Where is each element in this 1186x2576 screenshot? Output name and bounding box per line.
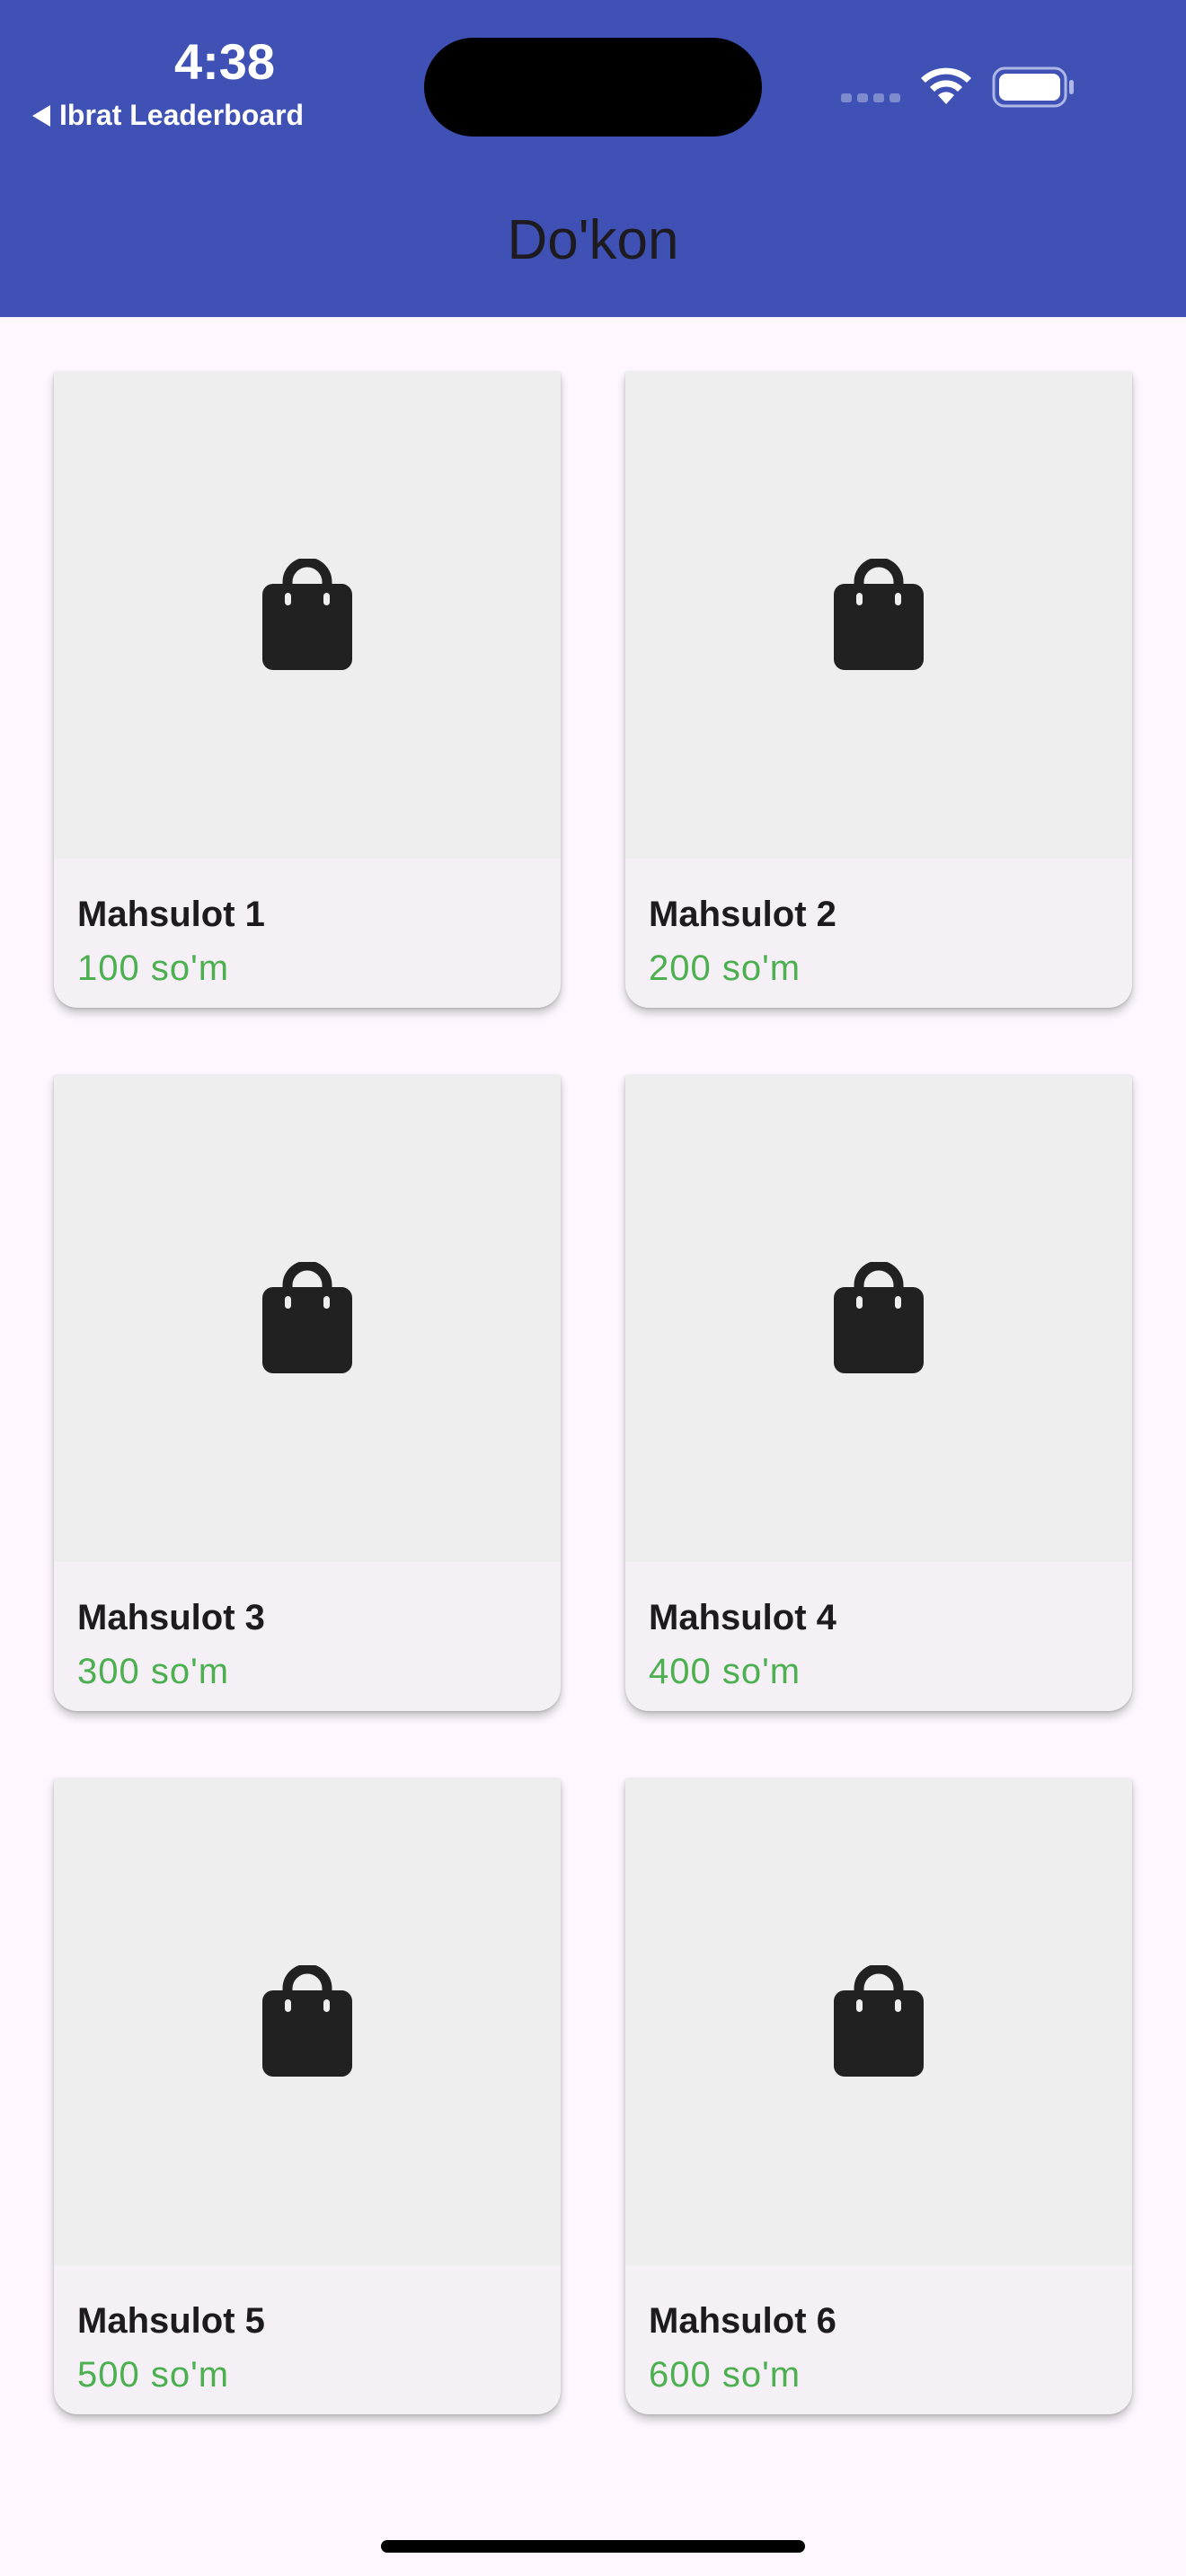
back-link-label: Ibrat Leaderboard: [59, 99, 305, 131]
product-image: [54, 372, 561, 859]
shopping-bag-icon: [832, 1260, 925, 1375]
product-card[interactable]: Mahsulot 3 300 so'm: [54, 1075, 561, 1711]
product-card[interactable]: Mahsulot 4 400 so'm: [625, 1075, 1132, 1711]
product-price: 400 so'm: [649, 1652, 801, 1691]
product-name: Mahsulot 6: [649, 2301, 836, 2341]
product-price: 500 so'm: [77, 2355, 230, 2395]
battery-icon: [992, 66, 1074, 108]
shopping-bag-icon: [261, 1963, 354, 2078]
product-card[interactable]: Mahsulot 6 600 so'm: [625, 1778, 1132, 2414]
product-image: [625, 1075, 1132, 1562]
page-title: Do'kon: [507, 209, 679, 271]
shopping-bag-icon: [832, 1963, 925, 2078]
product-name: Mahsulot 3: [77, 1598, 265, 1637]
product-card[interactable]: Mahsulot 5 500 so'm: [54, 1778, 561, 2414]
shopping-bag-icon: [261, 557, 354, 672]
product-price: 300 so'm: [77, 1652, 230, 1691]
product-price: 200 so'm: [649, 948, 801, 988]
shopping-bag-icon: [261, 1260, 354, 1375]
shopping-bag-icon: [832, 557, 925, 672]
wifi-icon: [921, 67, 971, 104]
app-bar: 4:38 Ibrat Leaderboard Do'kon: [0, 0, 1186, 317]
product-name: Mahsulot 5: [77, 2301, 265, 2341]
product-image: [625, 372, 1132, 859]
home-indicator[interactable]: [381, 2540, 805, 2553]
product-image: [54, 1778, 561, 2265]
cellular-signal-icon: [841, 93, 900, 102]
product-image: [54, 1075, 561, 1562]
product-image: [625, 1778, 1132, 2265]
status-time: 4:38: [173, 33, 276, 90]
product-price: 100 so'm: [77, 948, 230, 988]
product-card[interactable]: Mahsulot 2 200 so'm: [625, 372, 1132, 1008]
product-name: Mahsulot 4: [649, 1598, 836, 1637]
product-card[interactable]: Mahsulot 1 100 so'm: [54, 372, 561, 1008]
back-to-app-link[interactable]: Ibrat Leaderboard: [32, 99, 304, 132]
product-name: Mahsulot 1: [77, 895, 265, 934]
dynamic-island: [424, 38, 762, 137]
product-name: Mahsulot 2: [649, 895, 836, 934]
back-arrow-icon: [32, 104, 50, 127]
product-price: 600 so'm: [649, 2355, 801, 2395]
